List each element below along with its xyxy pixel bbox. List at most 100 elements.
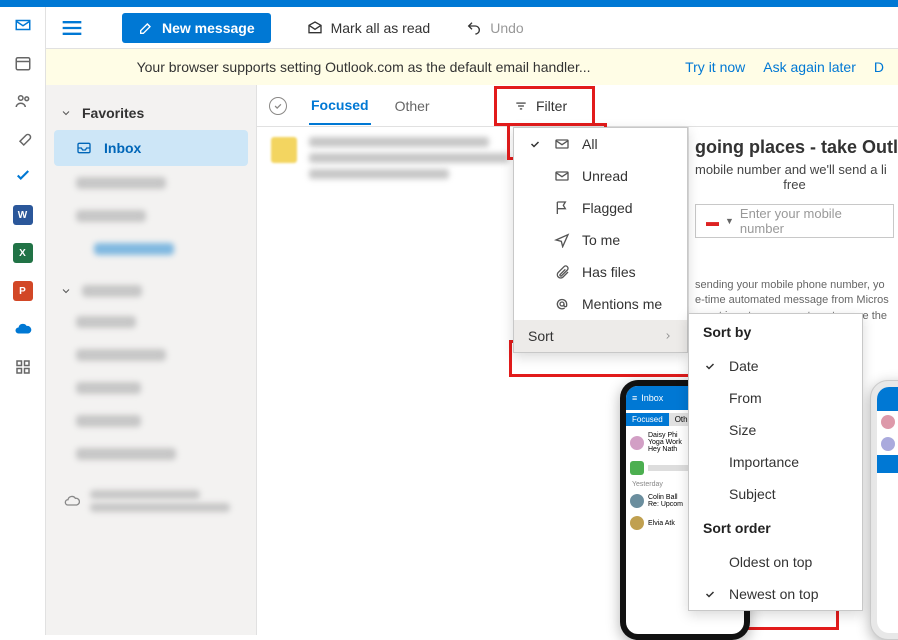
send-icon (554, 232, 570, 248)
filter-flagged-label: Flagged (582, 200, 633, 216)
filter-icon (514, 99, 528, 113)
filter-option-unread[interactable]: Unread (514, 160, 687, 192)
attachment-icon (554, 264, 570, 280)
filter-option-all[interactable]: All (514, 128, 687, 160)
folder-pane: Favorites Inbox (46, 85, 256, 635)
sort-option-importance[interactable]: Importance (689, 446, 862, 478)
files-icon[interactable] (13, 129, 33, 149)
filter-sort-label: Sort (528, 328, 554, 344)
sort-order-header: Sort order (689, 510, 862, 546)
filter-option-hasfiles[interactable]: Has files (514, 256, 687, 288)
command-bar: New message Mark all as read Undo (46, 7, 898, 49)
sort-date-label: Date (729, 358, 759, 374)
sort-option-from[interactable]: From (689, 382, 862, 414)
sidebar-item-blurred[interactable] (54, 306, 248, 338)
mobile-placeholder: Enter your mobile number (740, 206, 883, 236)
check-icon (703, 360, 717, 372)
calendar-icon[interactable] (13, 53, 33, 73)
sort-by-header: Sort by (689, 314, 862, 350)
mail-thumbnail (271, 137, 297, 163)
favorites-label: Favorites (82, 105, 144, 121)
more-apps-icon[interactable] (13, 357, 33, 377)
tab-other[interactable]: Other (393, 88, 432, 124)
mention-icon (554, 296, 570, 312)
sort-importance-label: Importance (729, 454, 799, 470)
phone-inbox-label: Inbox (641, 393, 663, 403)
banner-message: Your browser supports setting Outlook.co… (60, 59, 667, 75)
filter-option-flagged[interactable]: Flagged (514, 192, 687, 224)
suite-top-stripe (0, 0, 898, 7)
banner-dismiss-link[interactable]: D (874, 59, 884, 75)
todo-icon[interactable] (13, 167, 33, 187)
inbox-icon (76, 140, 92, 156)
sidebar-item-blurred[interactable] (54, 200, 248, 232)
excel-tile-icon[interactable]: X (13, 243, 33, 263)
promo-title: going places - take Outl (695, 137, 894, 158)
mail-icon (554, 168, 570, 184)
sort-option-subject[interactable]: Subject (689, 478, 862, 510)
mail-icon (554, 136, 570, 152)
select-all-toggle[interactable] (269, 97, 287, 115)
word-tile-icon[interactable]: W (13, 205, 33, 225)
sort-option-size[interactable]: Size (689, 414, 862, 446)
people-icon[interactable] (13, 91, 33, 111)
filter-option-tome[interactable]: To me (514, 224, 687, 256)
sort-option-oldest[interactable]: Oldest on top (689, 546, 862, 578)
filter-option-sort[interactable]: Sort (514, 320, 687, 352)
fineprint-line: e-time automated message from Micros (695, 294, 889, 306)
compose-icon (138, 20, 154, 36)
tab-focused[interactable]: Focused (309, 87, 371, 125)
cloud-icon (64, 493, 80, 509)
app-rail: W X P (0, 7, 46, 635)
sort-subject-label: Subject (729, 486, 776, 502)
filter-button[interactable]: Filter (502, 92, 579, 120)
mark-all-read-button[interactable]: Mark all as read (307, 20, 431, 36)
sidebar-item-blurred[interactable] (54, 339, 248, 371)
sort-newest-label: Newest on top (729, 586, 819, 602)
mail-open-icon (307, 20, 323, 36)
promo-subtitle-2: free (695, 177, 894, 192)
sidebar-item-inbox[interactable]: Inbox (54, 130, 248, 166)
filter-label: Filter (536, 98, 567, 114)
inbox-tabs: Focused Other Filter (257, 85, 898, 127)
phone-ios (870, 380, 898, 640)
flag-icon (554, 200, 570, 216)
mark-all-read-label: Mark all as read (331, 20, 431, 36)
filter-option-mentions[interactable]: Mentions me (514, 288, 687, 320)
filter-unread-label: Unread (582, 168, 628, 184)
powerpoint-tile-icon[interactable]: P (13, 281, 33, 301)
new-message-button[interactable]: New message (122, 13, 271, 43)
onedrive-icon[interactable] (13, 319, 33, 339)
undo-label: Undo (490, 20, 523, 36)
filter-dropdown: All Unread Flagged To me Has files Menti… (513, 127, 688, 353)
check-icon (703, 588, 717, 600)
sidebar-item-blurred[interactable] (54, 167, 248, 199)
chevron-down-icon: ▼ (725, 216, 734, 226)
mobile-number-input[interactable]: ▬ ▼ Enter your mobile number (695, 204, 894, 238)
chevron-right-icon (663, 328, 673, 344)
sort-submenu: Sort by Date From Size Importance Subjec… (688, 313, 863, 611)
filter-mentions-label: Mentions me (582, 296, 662, 312)
favorites-header[interactable]: Favorites (46, 97, 256, 129)
check-icon (528, 138, 542, 150)
default-handler-banner: Your browser supports setting Outlook.co… (46, 49, 898, 85)
undo-icon (466, 20, 482, 36)
undo-button[interactable]: Undo (466, 20, 523, 36)
sidebar-item-blurred[interactable] (54, 438, 248, 470)
flag-icon: ▬ (706, 214, 719, 229)
filter-all-label: All (582, 136, 598, 152)
folders-section-header[interactable] (46, 277, 256, 305)
sort-size-label: Size (729, 422, 756, 438)
mail-icon[interactable] (13, 15, 33, 35)
promo-subtitle: mobile number and we'll send a li (695, 162, 894, 177)
sidebar-item-blurred[interactable] (54, 233, 248, 265)
banner-try-now-link[interactable]: Try it now (685, 59, 745, 75)
fineprint-line: sending your mobile phone number, yo (695, 279, 885, 291)
sidebar-item-blurred[interactable] (54, 372, 248, 404)
hamburger-icon[interactable] (58, 14, 86, 42)
chevron-down-icon (60, 285, 72, 297)
sidebar-item-blurred[interactable] (54, 405, 248, 437)
banner-ask-later-link[interactable]: Ask again later (763, 59, 856, 75)
sort-option-date[interactable]: Date (689, 350, 862, 382)
sort-option-newest[interactable]: Newest on top (689, 578, 862, 610)
